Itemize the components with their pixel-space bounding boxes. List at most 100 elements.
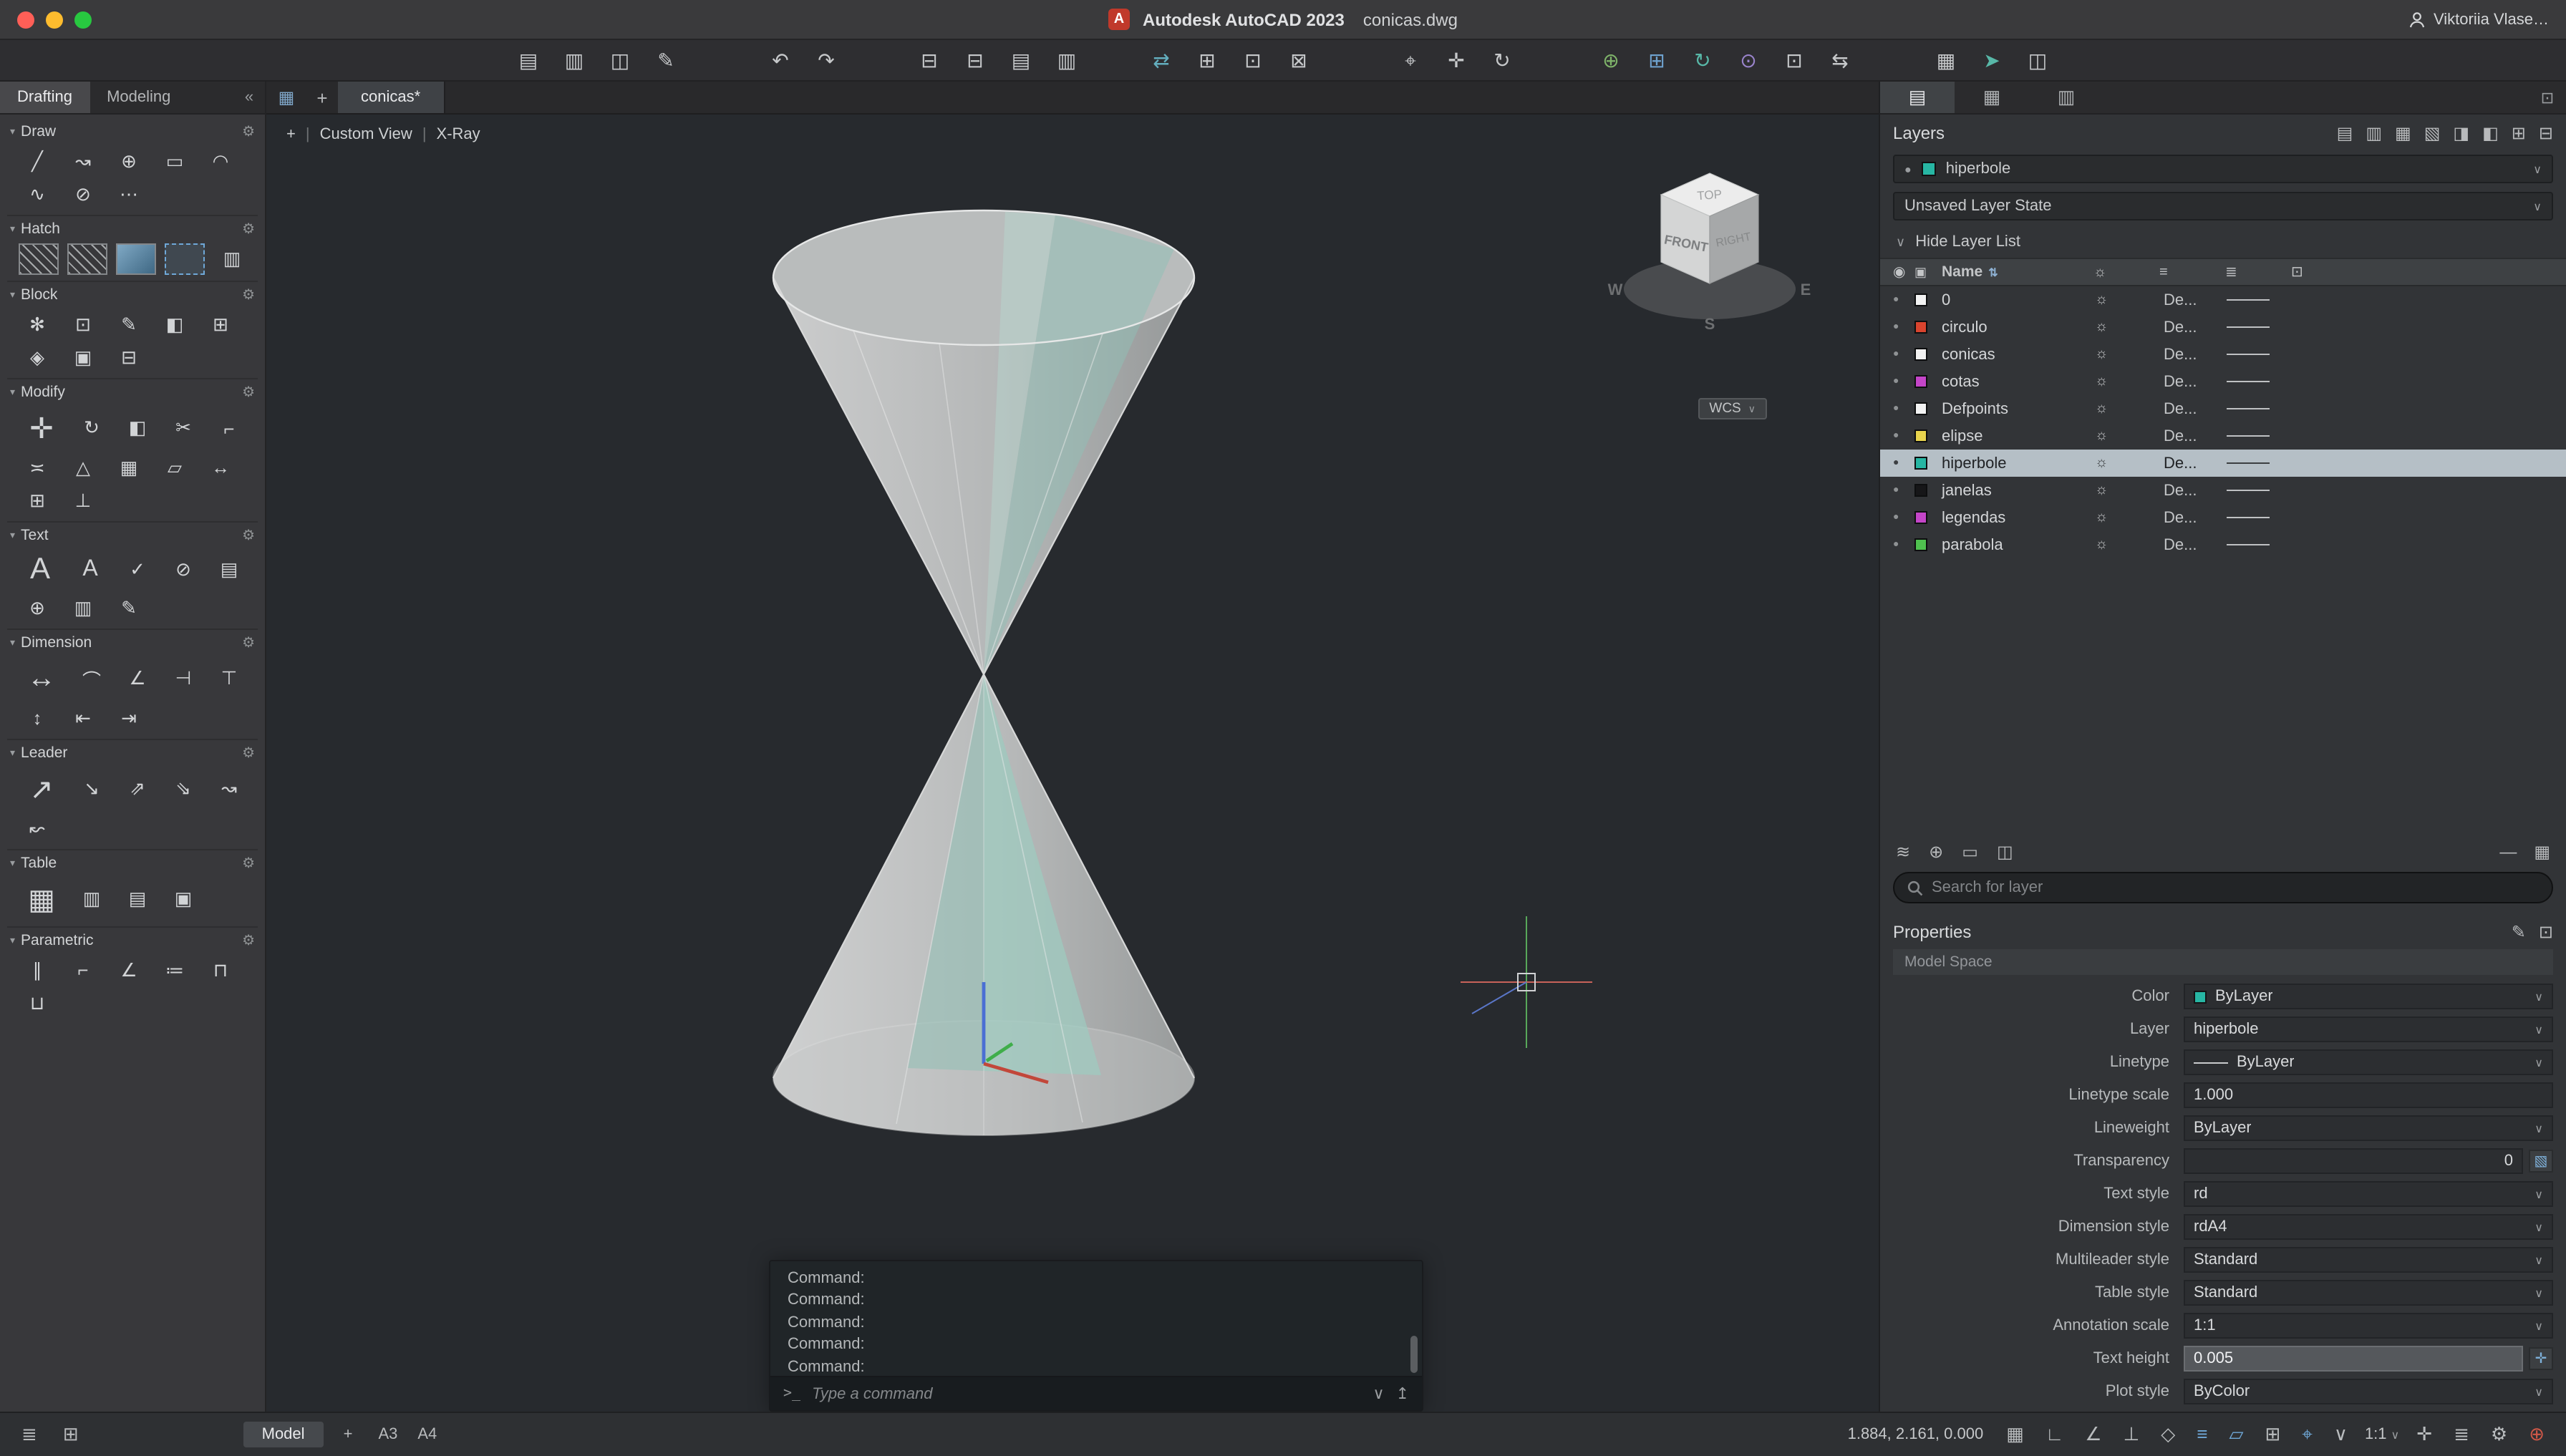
disclosure-icon[interactable]: ▾ <box>10 637 15 649</box>
disclosure-icon[interactable]: ▾ <box>10 858 15 869</box>
properties-header-icon[interactable]: ✎ <box>2512 921 2526 941</box>
property-value-control[interactable]: Standard ∨ <box>2184 1247 2553 1273</box>
property-value-control[interactable]: Standard ∨ <box>2184 1280 2553 1306</box>
layer-on-icon[interactable]: ● <box>1893 458 1914 468</box>
viewcube-east[interactable]: E <box>1801 281 1811 299</box>
layer-tool-icon[interactable]: ◧ <box>2482 122 2499 142</box>
layer-search-input[interactable] <box>1932 879 2539 896</box>
zoom-window-button[interactable] <box>74 11 92 28</box>
layer-tool-icon[interactable]: ⊞ <box>2512 122 2526 142</box>
property-value-control[interactable]: 0.005 ∨ <box>2184 1346 2523 1372</box>
viewport-menu-button[interactable]: + <box>286 126 296 143</box>
toolbar-icon[interactable]: ⊡ <box>1237 46 1269 74</box>
freeze-sun-icon[interactable]: ☼ <box>2095 482 2129 498</box>
tool-icon[interactable]: ⌐ <box>64 955 102 985</box>
tool-icon[interactable]: ⊣ <box>165 664 202 694</box>
viewcube-west[interactable]: W <box>1608 281 1623 299</box>
layer-row[interactable]: ● hiperbole ☼ De... <box>1880 450 2566 477</box>
statusbar-toggle-icon[interactable]: ▱ <box>2224 1423 2247 1446</box>
tool-icon[interactable]: ▱ <box>156 452 193 482</box>
tool-icon[interactable]: ⊟ <box>110 342 147 372</box>
wcs-dropdown[interactable]: WCS ∨ <box>1698 398 1767 419</box>
tool-icon[interactable]: ⊘ <box>64 179 102 209</box>
layer-footer-icon[interactable]: ◫ <box>1997 842 2013 862</box>
layer-color-swatch[interactable] <box>1914 484 1927 497</box>
tool-icon[interactable]: ✛ <box>19 407 64 450</box>
layer-footer-icon[interactable]: ▭ <box>1962 842 1978 862</box>
tool-icon[interactable]: ◈ <box>19 342 56 372</box>
layer-tool-icon[interactable]: ▤ <box>2337 122 2353 142</box>
property-value-control[interactable]: 1.000 ∨ <box>2184 1082 2553 1108</box>
statusbar-toggle-icon[interactable]: ≡ <box>2192 1423 2212 1446</box>
toolbar-icon[interactable]: ▥ <box>558 46 590 74</box>
tool-icon[interactable] <box>67 243 107 275</box>
tool-icon[interactable]: ↘ <box>73 774 110 804</box>
panel-pin-icon[interactable]: ⊡ <box>2529 82 2566 113</box>
statusbar-right-icon[interactable]: ≣ <box>2449 1423 2474 1446</box>
tool-icon[interactable]: ↕ <box>19 703 56 733</box>
tool-icon[interactable]: ∠ <box>110 955 147 985</box>
layer-on-icon[interactable]: ● <box>1893 540 1914 550</box>
layer-row[interactable]: ● legendas ☼ De... <box>1880 504 2566 531</box>
toolbar-icon[interactable]: ↷ <box>810 46 842 74</box>
toolbar-icon[interactable]: ▦ <box>1930 46 1962 74</box>
layer-color-swatch[interactable] <box>1914 457 1927 470</box>
gear-icon[interactable]: ⚙ <box>242 528 255 543</box>
gear-icon[interactable]: ⚙ <box>242 745 255 761</box>
tool-icon[interactable]: ▭ <box>156 146 193 176</box>
property-extra-button[interactable]: ▧ <box>2529 1150 2553 1173</box>
tool-icon[interactable]: ∥ <box>19 955 56 985</box>
layer-color-swatch[interactable] <box>1914 375 1927 388</box>
minimize-window-button[interactable] <box>46 11 63 28</box>
layer-tool-icon[interactable]: ⊟ <box>2539 122 2553 142</box>
freeze-sun-icon[interactable]: ☼ <box>2095 346 2129 362</box>
tool-icon[interactable]: ▣ <box>165 884 202 914</box>
property-extra-button[interactable]: ✛ <box>2529 1347 2553 1370</box>
layer-color-swatch[interactable] <box>1914 402 1927 415</box>
model-tab[interactable]: Model <box>243 1422 324 1447</box>
tool-icon[interactable]: A <box>19 550 62 590</box>
layer-search[interactable] <box>1893 872 2553 903</box>
tool-icon[interactable]: ▥ <box>213 244 251 274</box>
viewcube[interactable]: W S E TOP FRONT RIGHT <box>1598 152 1821 398</box>
palette-tab[interactable]: Modeling <box>89 82 188 113</box>
inspector-tab[interactable]: ▥ <box>2029 82 2103 113</box>
tool-icon[interactable]: ✻ <box>19 309 56 339</box>
layer-color-swatch[interactable] <box>1914 511 1927 524</box>
annotation-scale-control[interactable]: 1:1 ∨ <box>2365 1426 2399 1443</box>
freeze-sun-icon[interactable]: ☼ <box>2095 401 2129 417</box>
view-name-control[interactable]: Custom View <box>320 126 412 143</box>
property-value-control[interactable]: ByLayer ∨ <box>2184 1115 2553 1141</box>
layer-color-swatch[interactable] <box>1914 429 1927 442</box>
close-window-button[interactable] <box>17 11 34 28</box>
tool-icon[interactable]: ◧ <box>156 309 193 339</box>
statusbar-toggle-icon[interactable]: ⊥ <box>2119 1423 2144 1446</box>
tool-icon[interactable]: ↝ <box>64 146 102 176</box>
visibility-column-icon[interactable]: ◉ <box>1893 264 1914 280</box>
tool-icon[interactable]: ↝ <box>210 774 248 804</box>
statusbar-right-icon[interactable]: ⊕ <box>2524 1423 2549 1446</box>
freeze-sun-icon[interactable]: ☼ <box>2095 319 2129 335</box>
name-column-header[interactable]: Name ⇅ <box>1942 263 2093 281</box>
gear-icon[interactable]: ⚙ <box>242 287 255 303</box>
layer-color-swatch[interactable] <box>1914 538 1927 551</box>
layer-on-icon[interactable]: ● <box>1893 404 1914 414</box>
gear-icon[interactable]: ⚙ <box>242 933 255 948</box>
tool-icon[interactable]: ⊓ <box>202 955 239 985</box>
current-layer-dropdown[interactable]: ● hiperbole ∨ <box>1893 155 2553 183</box>
tool-icon[interactable]: ◠ <box>202 146 239 176</box>
tool-icon[interactable]: ↜ <box>19 813 56 843</box>
layer-row[interactable]: ● elipse ☼ De... <box>1880 422 2566 450</box>
layer-on-icon[interactable]: ● <box>1893 349 1914 359</box>
toolbar-icon[interactable]: ▤ <box>1005 46 1037 74</box>
tool-icon[interactable]: ▦ <box>19 878 64 921</box>
visual-style-control[interactable]: X-Ray <box>437 126 480 143</box>
property-value-control[interactable]: ByColor ∨ <box>2184 1379 2553 1404</box>
tool-icon[interactable]: ✓ <box>119 555 156 585</box>
layer-color-swatch[interactable] <box>1914 348 1927 361</box>
palette-collapse-button[interactable]: « <box>233 82 265 113</box>
property-value-control[interactable]: 1:1 ∨ <box>2184 1313 2553 1339</box>
layer-row[interactable]: ● circulo ☼ De... <box>1880 314 2566 341</box>
toolbar-icon[interactable]: ⊟ <box>959 46 991 74</box>
gear-icon[interactable]: ⚙ <box>242 124 255 140</box>
